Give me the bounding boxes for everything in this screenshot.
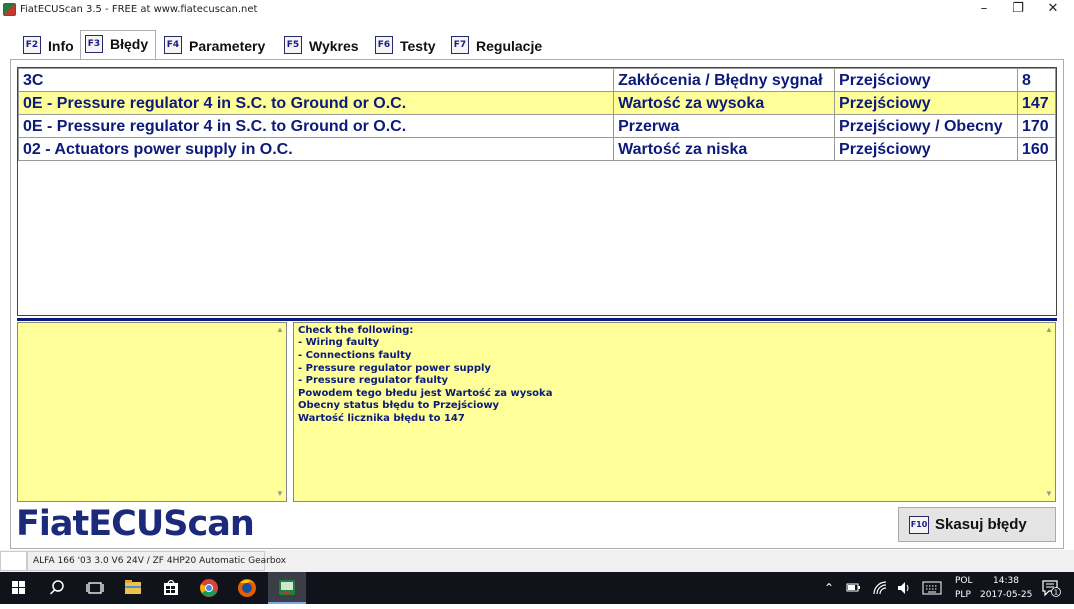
f7-key-icon: F7 (451, 36, 469, 54)
error-list: 3C Zakłócenia / Błędny sygnał Przejściow… (17, 67, 1057, 316)
wifi-icon[interactable] (872, 580, 888, 596)
tab-label: Parametery (189, 38, 266, 54)
clock-time[interactable]: 14:38 (993, 576, 1019, 586)
error-status: Przejściowy (834, 137, 1018, 161)
error-code: 0E - Pressure regulator 4 in S.C. to Gro… (18, 91, 615, 115)
error-info-box[interactable]: ▲ ▼ (17, 322, 287, 502)
tab-info[interactable]: F2 Info (18, 32, 78, 59)
start-button[interactable] (0, 572, 38, 604)
fiatecuscan-app-icon (279, 580, 295, 595)
f6-key-icon: F6 (375, 36, 393, 54)
error-type: Wartość za niska (613, 137, 836, 161)
tab-label: Regulacje (476, 38, 543, 54)
description-line: Obecny status błędu to Przejściowy (298, 400, 500, 411)
windows-taskbar: ⌃ POL PLP 14:38 2017-05-25 1 (0, 572, 1074, 604)
error-code: 3C (18, 68, 615, 92)
tab-regulacje[interactable]: F7 Regulacje (446, 32, 552, 59)
firefox-button[interactable] (228, 572, 266, 604)
close-button[interactable]: ✕ (1035, 0, 1071, 20)
f2-key-icon: F2 (23, 36, 41, 54)
store-icon (164, 579, 178, 595)
description-line: Wartość licznika błędu to 147 (298, 413, 465, 424)
battery-icon[interactable] (846, 582, 862, 594)
notification-count: 1 (1054, 589, 1058, 597)
scrollbar[interactable]: ▲ ▼ (274, 323, 286, 501)
error-status: Przejściowy / Obecny (834, 114, 1018, 138)
error-status: Przejściowy (834, 68, 1018, 92)
tab-wykres[interactable]: F5 Wykres (279, 32, 367, 59)
task-view-icon (86, 582, 104, 594)
description-line: - Wiring faulty (298, 337, 380, 348)
error-type: Zakłócenia / Błędny sygnał (613, 68, 836, 92)
app-icon (3, 3, 16, 16)
scroll-up-icon[interactable]: ▲ (1044, 325, 1054, 335)
keyboard-icon[interactable] (922, 581, 942, 595)
error-count: 170 (1016, 114, 1056, 138)
search-button[interactable] (38, 572, 76, 604)
store-button[interactable] (152, 572, 190, 604)
tab-label: Błędy (110, 36, 149, 52)
minimize-button[interactable]: – (966, 0, 1002, 20)
title-bar: FiatECUScan 3.5 - FREE at www.fiatecusca… (0, 0, 1074, 22)
restore-button[interactable]: ❐ (1000, 0, 1036, 20)
search-icon (49, 580, 64, 595)
scroll-down-icon[interactable]: ▼ (1044, 489, 1054, 499)
f5-key-icon: F5 (284, 36, 302, 54)
error-description-box[interactable]: Check the following: - Wiring faulty - C… (293, 322, 1056, 502)
file-explorer-button[interactable] (114, 572, 152, 604)
description-line: Powodem tego błedu jest Wartość za wysok… (298, 388, 553, 399)
error-type: Wartość za wysoka (613, 91, 836, 115)
splitter[interactable] (17, 318, 1057, 321)
f3-key-icon: F3 (85, 35, 103, 53)
error-code: 0E - Pressure regulator 4 in S.C. to Gro… (18, 114, 615, 138)
status-bar: ALFA 166 '03 3.0 V6 24V / ZF 4HP20 Autom… (0, 550, 1074, 572)
notification-icon[interactable]: 1 (1041, 579, 1061, 597)
tab-label: Info (48, 38, 74, 54)
scrollbar[interactable]: ▲ ▼ (1043, 323, 1055, 501)
table-row[interactable]: 0E - Pressure regulator 4 in S.C. to Gro… (18, 114, 1056, 138)
tab-parametery[interactable]: F4 Parametery (159, 32, 277, 59)
f4-key-icon: F4 (164, 36, 182, 54)
folder-icon (125, 580, 141, 594)
error-table: 3C Zakłócenia / Błędny sygnał Przejściow… (18, 68, 1056, 161)
windows-logo-icon (12, 581, 25, 594)
description-line: - Pressure regulator power supply (298, 363, 491, 374)
chrome-icon (200, 579, 218, 597)
tab-label: Testy (400, 38, 436, 54)
tab-testy[interactable]: F6 Testy (370, 32, 444, 59)
error-code: 02 - Actuators power supply in O.C. (18, 137, 615, 161)
input-language[interactable]: POL (955, 576, 973, 586)
window-title: FiatECUScan 3.5 - FREE at www.fiatecusca… (20, 4, 258, 15)
table-row-selected[interactable]: 0E - Pressure regulator 4 in S.C. to Gro… (18, 91, 1056, 115)
error-type: Przerwa (613, 114, 836, 138)
description-line: - Connections faulty (298, 350, 412, 361)
tab-bledy[interactable]: F3 Błędy (80, 30, 156, 60)
show-hidden-icons-button[interactable]: ⌃ (820, 572, 838, 604)
chrome-button[interactable] (190, 572, 228, 604)
input-layout[interactable]: PLP (955, 590, 971, 600)
vehicle-info: ALFA 166 '03 3.0 V6 24V / ZF 4HP20 Autom… (27, 551, 286, 571)
table-row[interactable]: 3C Zakłócenia / Błędny sygnał Przejściow… (18, 68, 1056, 92)
tab-label: Wykres (309, 38, 359, 54)
clock-date[interactable]: 2017-05-25 (980, 590, 1032, 600)
description-line: - Pressure regulator faulty (298, 375, 449, 386)
volume-icon[interactable] (896, 580, 912, 596)
task-view-button[interactable] (76, 572, 114, 604)
error-count: 160 (1016, 137, 1056, 161)
scroll-up-icon[interactable]: ▲ (275, 325, 285, 335)
error-status: Przejściowy (834, 91, 1018, 115)
error-count: 8 (1016, 68, 1056, 92)
description-line: Check the following: (298, 325, 414, 336)
fiatecuscan-taskbar-button[interactable] (268, 572, 306, 604)
firefox-icon (238, 579, 256, 597)
clear-errors-button[interactable]: F10 Skasuj błędy (898, 507, 1056, 542)
error-count: 147 (1016, 91, 1056, 115)
table-row[interactable]: 02 - Actuators power supply in O.C. Wart… (18, 137, 1056, 161)
f10-key-icon: F10 (909, 516, 929, 534)
clear-errors-label: Skasuj błędy (935, 516, 1027, 533)
scroll-down-icon[interactable]: ▼ (275, 489, 285, 499)
status-indicator (0, 551, 27, 571)
fiatecuscan-logo: FiatECUScan (16, 504, 255, 544)
